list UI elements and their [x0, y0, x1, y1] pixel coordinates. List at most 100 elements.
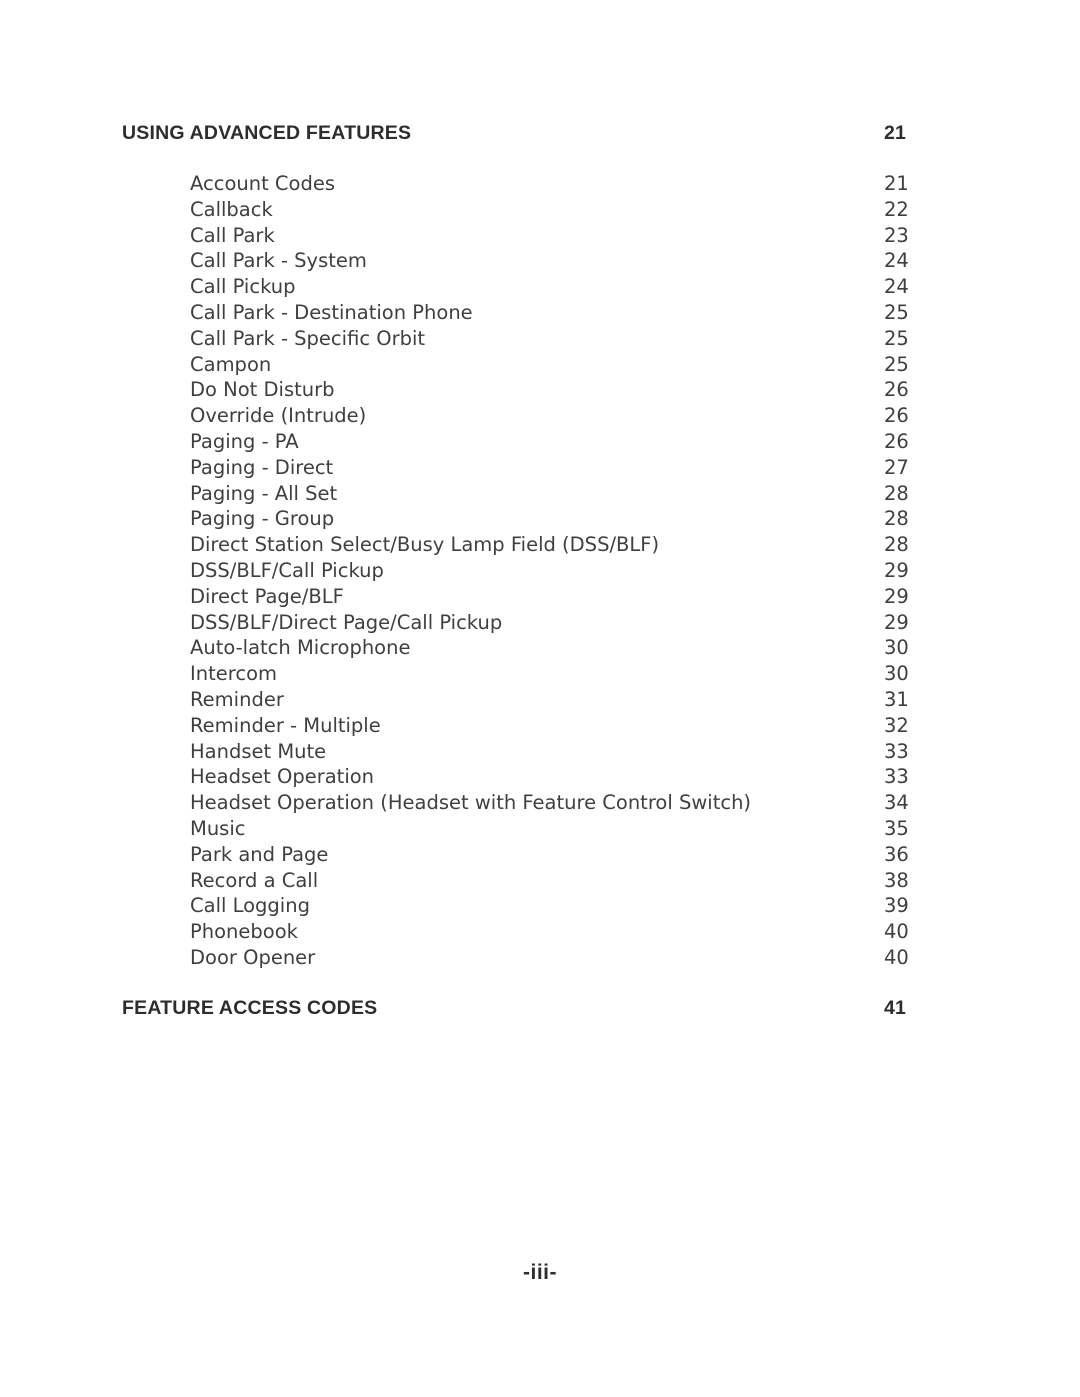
toc-entry-page: 23: [884, 223, 909, 247]
toc-entry-title: Call Park - Specific Orbit: [190, 326, 426, 350]
toc-entry[interactable]: DSS/BLF/Call Pickup 29: [122, 558, 922, 584]
toc-entry-title: Do Not Disturb: [190, 378, 335, 402]
toc-entry-page: 30: [884, 662, 909, 686]
toc-entry-title: Campon: [190, 352, 272, 376]
toc-entry-page: 36: [884, 842, 909, 866]
toc-entry-page: 28: [884, 533, 909, 557]
toc-entry-page: 24: [884, 275, 909, 299]
toc-entry-title: Phonebook: [190, 920, 298, 944]
toc-entry[interactable]: Call Park - Specific Orbit 25: [122, 326, 922, 352]
toc-section-heading: USING ADVANCED FEATURES 21: [122, 122, 922, 148]
toc-entry-title: Paging - PA: [190, 429, 299, 453]
toc-entry-page: 27: [884, 455, 909, 479]
toc-entry[interactable]: Call Park - System 24: [122, 248, 922, 274]
toc-entry-title: DSS/BLF/Call Pickup: [190, 558, 384, 582]
toc-content: USING ADVANCED FEATURES 21 Account Codes…: [122, 122, 922, 1023]
toc-entry[interactable]: Headset Operation (Headset with Feature …: [122, 790, 922, 816]
toc-entry-page: 35: [884, 816, 909, 840]
toc-page: USING ADVANCED FEATURES 21 Account Codes…: [0, 0, 1080, 1397]
toc-entry[interactable]: Door Opener 40: [122, 945, 922, 971]
toc-entry-page: 31: [884, 687, 909, 711]
toc-entry-page: 28: [884, 507, 909, 531]
toc-entry[interactable]: Call Park 23: [122, 223, 922, 249]
toc-entry-page: 22: [884, 197, 909, 221]
toc-entry-page: 39: [884, 894, 909, 918]
toc-entry-title: Headset Operation: [190, 765, 375, 789]
toc-entry-page: 26: [884, 378, 909, 402]
toc-entry[interactable]: Auto-latch Microphone 30: [122, 635, 922, 661]
toc-entry[interactable]: Override (Intrude) 26: [122, 403, 922, 429]
toc-entry-title: Direct Station Select/Busy Lamp Field (D…: [190, 533, 660, 557]
toc-entry[interactable]: Call Park - Destination Phone 25: [122, 300, 922, 326]
toc-entry-title: Paging - Group: [190, 507, 335, 531]
toc-entry[interactable]: Paging - PA 26: [122, 429, 922, 455]
toc-entry[interactable]: Direct Page/BLF 29: [122, 584, 922, 610]
toc-entry-page: 25: [884, 352, 909, 376]
toc-entry-title: Direct Page/BLF: [190, 584, 344, 608]
toc-entry-page: 26: [884, 429, 909, 453]
toc-entry-title: Call Logging: [190, 894, 310, 918]
toc-entry-title: Intercom: [190, 662, 277, 686]
toc-entry[interactable]: Headset Operation 33: [122, 764, 922, 790]
toc-entry[interactable]: Intercom 30: [122, 661, 922, 687]
toc-entry-page: 24: [884, 249, 909, 273]
toc-entry-title: Headset Operation (Headset with Feature …: [190, 791, 752, 815]
toc-entry-title: DSS/BLF/Direct Page/Call Pickup: [190, 610, 503, 634]
toc-entry-title: Door Opener: [190, 945, 316, 969]
toc-entry[interactable]: Record a Call 38: [122, 868, 922, 894]
toc-entry-page: 33: [884, 765, 909, 789]
toc-entry-title: Callback: [190, 197, 273, 221]
toc-entry[interactable]: Do Not Disturb 26: [122, 377, 922, 403]
toc-entry-title: Call Park - Destination Phone: [190, 300, 473, 324]
toc-entry[interactable]: Direct Station Select/Busy Lamp Field (D…: [122, 532, 922, 558]
toc-entry-page: 29: [884, 558, 909, 582]
toc-entry-page: 21: [884, 172, 909, 195]
page-folio: -iii-: [523, 1261, 557, 1284]
toc-entry[interactable]: Paging - All Set 28: [122, 481, 922, 507]
toc-entry-title: Reminder - Multiple: [190, 713, 381, 737]
toc-entry[interactable]: Reminder 31: [122, 687, 922, 713]
toc-section-heading-page: 21: [884, 122, 907, 144]
toc-entry-page: 38: [884, 868, 909, 892]
toc-entry-list: Account Codes 21 Callback 22 Call Park 2…: [122, 171, 922, 971]
toc-entry-title: Park and Page: [190, 842, 329, 866]
toc-entry-page: 25: [884, 300, 909, 324]
toc-entry[interactable]: Paging - Direct 27: [122, 455, 922, 481]
toc-entry-page: 40: [884, 920, 909, 944]
toc-section-heading: FEATURE ACCESS CODES 41: [122, 997, 922, 1023]
toc-entry-title: Paging - All Set: [190, 481, 338, 505]
toc-entry-page: 29: [884, 584, 909, 608]
toc-entry-page: 34: [884, 791, 909, 815]
toc-entry-page: 30: [884, 636, 909, 660]
toc-entry[interactable]: Paging - Group 28: [122, 506, 922, 532]
toc-entry-title: Handset Mute: [190, 739, 327, 763]
toc-section-heading-title: USING ADVANCED FEATURES: [122, 122, 412, 144]
toc-entry[interactable]: Music 35: [122, 816, 922, 842]
toc-entry-title: Call Pickup: [190, 275, 296, 299]
toc-entry-page: 29: [884, 610, 909, 634]
toc-entry[interactable]: Call Logging 39: [122, 893, 922, 919]
toc-entry[interactable]: Park and Page 36: [122, 842, 922, 868]
toc-entry[interactable]: Phonebook 40: [122, 919, 922, 945]
toc-entry[interactable]: Call Pickup 24: [122, 274, 922, 300]
toc-entry[interactable]: Campon 25: [122, 352, 922, 378]
toc-entry-page: 26: [884, 404, 909, 428]
toc-entry-page: 40: [884, 945, 909, 969]
toc-entry[interactable]: Handset Mute 33: [122, 739, 922, 765]
toc-entry[interactable]: Account Codes 21: [122, 171, 922, 197]
toc-entry-title: Call Park - System: [190, 249, 367, 273]
toc-entry-title: Record a Call: [190, 868, 319, 892]
toc-entry-page: 28: [884, 481, 909, 505]
toc-entry-title: Call Park: [190, 223, 275, 247]
toc-entry[interactable]: Reminder - Multiple 32: [122, 713, 922, 739]
toc-entry-page: 25: [884, 326, 909, 350]
toc-entry[interactable]: Callback 22: [122, 197, 922, 223]
toc-entry-title: Auto-latch Microphone: [190, 636, 411, 660]
toc-section-heading-title: FEATURE ACCESS CODES: [122, 996, 378, 1019]
toc-entry-page: 33: [884, 739, 909, 763]
toc-entry[interactable]: DSS/BLF/Direct Page/Call Pickup 29: [122, 610, 922, 636]
toc-entry-page: 32: [884, 713, 909, 737]
toc-section-heading-page: 41: [884, 996, 907, 1019]
